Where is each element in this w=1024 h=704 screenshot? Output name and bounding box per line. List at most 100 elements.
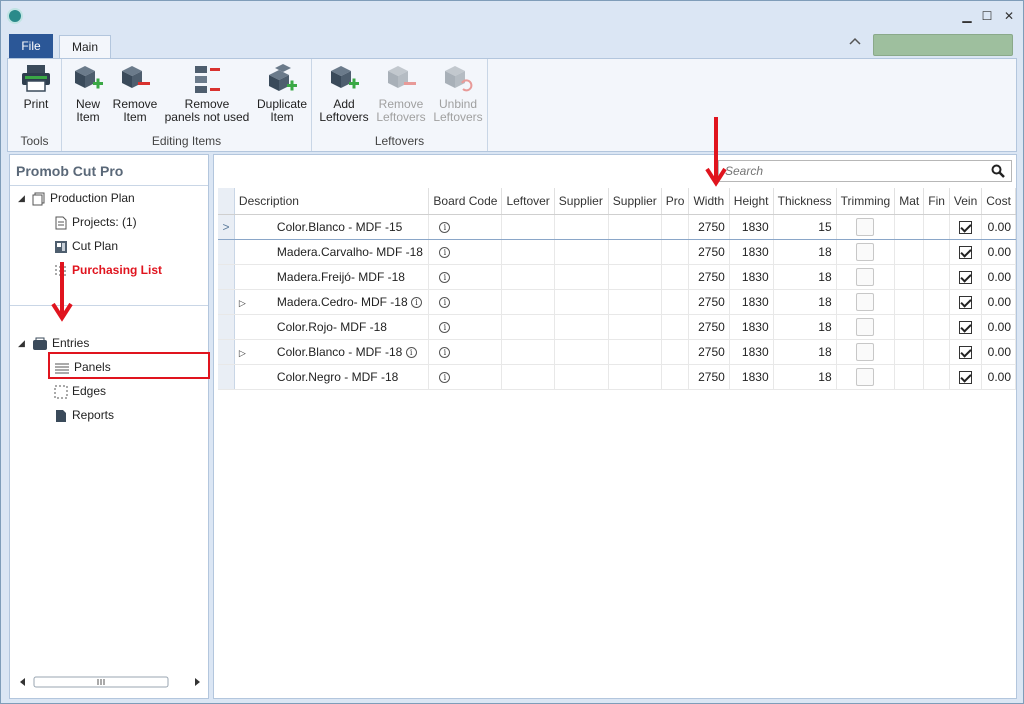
cell-mat[interactable]	[894, 213, 925, 240]
unbind-leftovers-button[interactable]: Unbind Leftovers	[430, 63, 486, 124]
cell-mat[interactable]	[894, 364, 925, 390]
cell-fin[interactable]	[923, 364, 950, 390]
column-header-mat[interactable]: Mat	[894, 188, 925, 215]
cell-height[interactable]: 1830	[729, 364, 774, 390]
row-expand-icon[interactable]: ▷	[239, 348, 277, 359]
info-icon[interactable]: i	[439, 346, 451, 358]
cell-trimming[interactable]	[836, 239, 896, 265]
cell-thickness[interactable]: 18	[773, 264, 837, 290]
cell-pro[interactable]	[661, 213, 690, 240]
info-icon[interactable]: i	[405, 346, 417, 358]
cell-pro[interactable]	[661, 314, 690, 340]
cell-supplier-2[interactable]	[608, 314, 662, 340]
cell-board-code[interactable]: i	[428, 289, 503, 315]
vein-checkbox[interactable]	[959, 320, 973, 334]
cell-vein[interactable]	[949, 364, 983, 390]
info-icon[interactable]: i	[439, 371, 451, 383]
cell-cost[interactable]: 0.00	[981, 213, 1016, 240]
column-header-supplier-1[interactable]: Supplier	[554, 188, 609, 215]
tree-item-entries[interactable]: Entries	[32, 333, 89, 353]
trimming-checkbox[interactable]	[856, 267, 875, 286]
table-row[interactable]: Madera.Carvalho- MDF -18 i 2750 1830 18 0.00	[218, 239, 1016, 265]
cell-description[interactable]: ▷ Color.Blanco - MDF -18 i	[234, 339, 430, 365]
table-row[interactable]: Color.Negro - MDF -18 i 2750 1830 18 0.00	[218, 364, 1016, 390]
search-box[interactable]	[718, 160, 1012, 182]
cell-trimming[interactable]	[836, 364, 896, 390]
cell-supplier-1[interactable]	[554, 213, 609, 240]
collapse-entries-icon[interactable]: ◢	[18, 338, 25, 349]
add-leftovers-button[interactable]: Add Leftovers	[316, 63, 372, 124]
info-icon[interactable]: i	[439, 221, 451, 233]
cell-supplier-1[interactable]	[554, 314, 609, 340]
cell-board-code[interactable]: i	[428, 239, 503, 265]
cell-cost[interactable]: 0.00	[981, 239, 1016, 265]
cell-pro[interactable]	[661, 264, 690, 290]
cell-cost[interactable]: 0.00	[981, 264, 1016, 290]
remove-item-button[interactable]: Remove Item	[110, 63, 160, 124]
vein-checkbox[interactable]	[959, 220, 973, 234]
column-header-supplier-2[interactable]: Supplier	[608, 188, 662, 215]
cell-board-code[interactable]: i	[428, 264, 503, 290]
cell-board-code[interactable]: i	[428, 339, 503, 365]
cell-supplier-1[interactable]	[554, 289, 609, 315]
cell-vein[interactable]	[949, 264, 983, 290]
cell-thickness[interactable]: 15	[773, 213, 837, 240]
cell-pro[interactable]	[661, 289, 690, 315]
cell-fin[interactable]	[923, 264, 950, 290]
cell-leftover[interactable]	[501, 213, 555, 240]
cell-trimming[interactable]	[836, 264, 896, 290]
cell-supplier-2[interactable]	[608, 289, 662, 315]
cell-thickness[interactable]: 18	[773, 339, 837, 365]
remove-leftovers-button[interactable]: Remove Leftovers	[374, 63, 428, 124]
maximize-button[interactable]: ☐	[977, 7, 997, 25]
row-selector[interactable]	[218, 239, 235, 265]
vein-checkbox[interactable]	[959, 270, 973, 284]
trimming-checkbox[interactable]	[856, 242, 875, 261]
row-selector[interactable]	[218, 289, 235, 315]
row-selector[interactable]: >	[218, 213, 235, 240]
vein-checkbox[interactable]	[959, 245, 973, 259]
cell-board-code[interactable]: i	[428, 364, 503, 390]
cell-description[interactable]: Madera.Freijó- MDF -18	[234, 264, 430, 290]
cell-supplier-1[interactable]	[554, 239, 609, 265]
search-icon[interactable]	[991, 164, 1005, 178]
tab-main[interactable]: Main	[59, 35, 111, 59]
cell-height[interactable]: 1830	[729, 213, 774, 240]
cell-width[interactable]: 2750	[688, 339, 730, 365]
column-header-leftover[interactable]: Leftover	[501, 188, 555, 215]
column-header-height[interactable]: Height	[729, 188, 774, 215]
cell-supplier-2[interactable]	[608, 339, 662, 365]
row-selector[interactable]	[218, 339, 235, 365]
tree-item-reports[interactable]: Reports	[54, 405, 114, 425]
cell-board-code[interactable]: i	[428, 314, 503, 340]
column-header-cost[interactable]: Cost	[981, 188, 1016, 215]
cell-trimming[interactable]	[836, 339, 896, 365]
cell-vein[interactable]	[949, 314, 983, 340]
cell-width[interactable]: 2750	[688, 239, 730, 265]
cell-supplier-1[interactable]	[554, 339, 609, 365]
row-selector[interactable]	[218, 264, 235, 290]
column-header-width[interactable]: Width	[688, 188, 730, 215]
cell-cost[interactable]: 0.00	[981, 339, 1016, 365]
cell-cost[interactable]: 0.00	[981, 314, 1016, 340]
cell-width[interactable]: 2750	[688, 264, 730, 290]
cell-vein[interactable]	[949, 289, 983, 315]
info-icon[interactable]: i	[439, 321, 451, 333]
column-header-pro[interactable]: Pro	[661, 188, 690, 215]
cell-leftover[interactable]	[501, 239, 555, 265]
tree-item-production-plan[interactable]: Production Plan	[32, 188, 135, 208]
row-selector[interactable]	[218, 314, 235, 340]
column-header-trimming[interactable]: Trimming	[836, 188, 896, 215]
cell-thickness[interactable]: 18	[773, 289, 837, 315]
cell-trimming[interactable]	[836, 314, 896, 340]
new-item-button[interactable]: New Item	[68, 63, 108, 124]
cell-leftover[interactable]	[501, 314, 555, 340]
column-header-fin[interactable]: Fin	[923, 188, 950, 215]
trimming-checkbox[interactable]	[856, 317, 875, 336]
column-header-description[interactable]: Description	[234, 188, 430, 215]
cell-fin[interactable]	[923, 213, 950, 240]
cell-thickness[interactable]: 18	[773, 239, 837, 265]
cell-vein[interactable]	[949, 239, 983, 265]
table-row[interactable]: ▷ Color.Blanco - MDF -18 i i 2750 1830 18 0.00	[218, 339, 1016, 365]
row-selector[interactable]	[218, 364, 235, 390]
